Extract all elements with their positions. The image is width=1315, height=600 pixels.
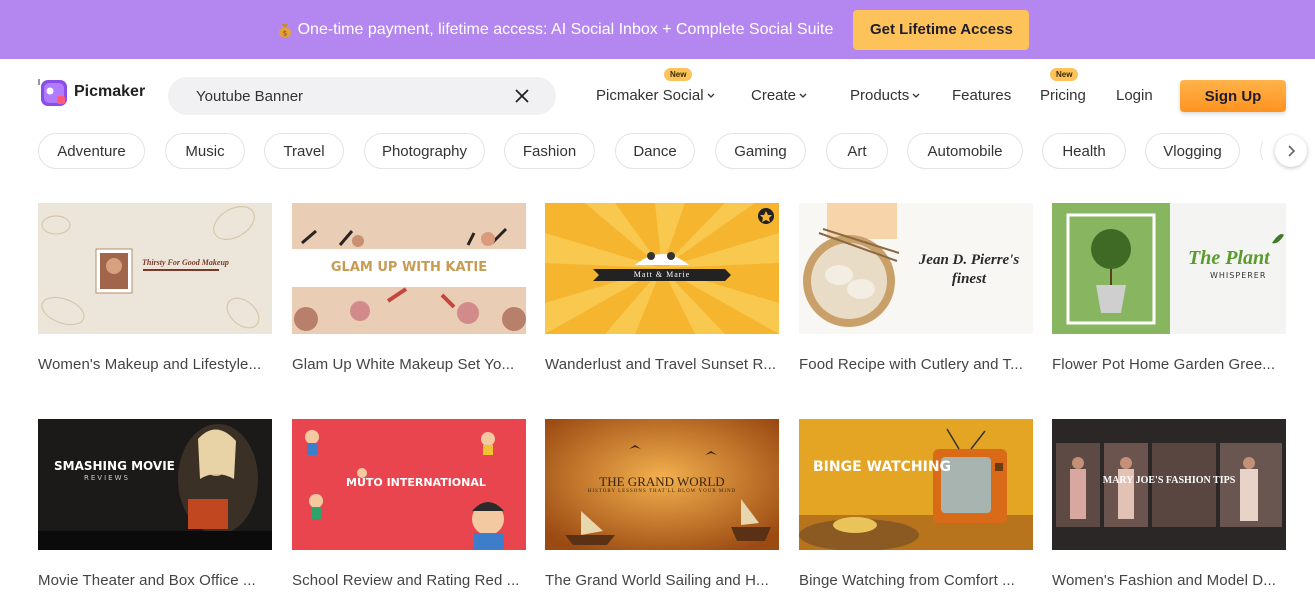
sunburst-graphic [545, 203, 779, 334]
thumbnail-text: Jean D. Pierre's finest [918, 252, 1020, 287]
new-badge: New [664, 68, 693, 81]
promo-text: One-time payment, lifetime access: AI So… [297, 20, 834, 38]
template-thumbnail[interactable]: THE GRAND WORLD HISTORY LESSONS THAT'LL … [545, 419, 779, 550]
scroll-right-button[interactable] [1275, 135, 1307, 167]
nav-picmaker-social[interactable]: Picmaker Social [596, 87, 715, 104]
template-thumbnail[interactable]: MUTO INTERNATIONAL [292, 419, 526, 550]
nav-features[interactable]: Features [952, 87, 1011, 104]
template-card[interactable]: Thirsty For Good Makeup Women's Makeup a… [38, 203, 272, 373]
thumbnail-text: BINGE WATCHING [813, 459, 952, 475]
thumbnail-text: GLAM UP WITH KATIE [330, 260, 488, 275]
template-title[interactable]: Glam Up White Makeup Set Yo... [292, 356, 526, 373]
picmaker-logo-icon [38, 79, 67, 106]
sign-up-button[interactable]: Sign Up [1180, 80, 1286, 112]
nav-label: Create [751, 87, 797, 104]
svg-text:$: $ [282, 29, 286, 37]
template-title[interactable]: Women's Makeup and Lifestyle... [38, 356, 272, 373]
chip-music[interactable]: Music [165, 133, 245, 169]
template-thumbnail[interactable]: GLAM UP WITH KATIE [292, 203, 526, 334]
chip-adventure[interactable]: Adventure [38, 133, 145, 169]
template-card[interactable]: GLAM UP WITH KATIE Glam Up White Makeup … [292, 203, 526, 373]
nav-pricing[interactable]: Pricing [1040, 87, 1086, 104]
close-icon[interactable] [514, 88, 530, 104]
template-title[interactable]: Binge Watching from Comfort ... [799, 572, 1033, 589]
top-navbar: Picmaker New Picmaker Social Create Prod… [0, 59, 1315, 131]
thumbnail-text: The Plant [1188, 247, 1270, 269]
template-thumbnail[interactable]: The Plant WHISPERER [1052, 203, 1286, 334]
get-lifetime-access-button[interactable]: Get Lifetime Access [853, 9, 1030, 50]
nav-label: Login [1116, 87, 1153, 104]
logo-text: Picmaker [74, 83, 146, 100]
template-title[interactable]: Women's Fashion and Model D... [1052, 572, 1286, 589]
template-thumbnail[interactable]: Jean D. Pierre's finest [799, 203, 1033, 334]
thumbnail-text: MUTO INTERNATIONAL [346, 476, 486, 489]
chip-vlogging[interactable]: Vlogging [1145, 133, 1240, 169]
template-title[interactable]: Wanderlust and Travel Sunset R... [545, 356, 779, 373]
movie-theater-graphic [38, 419, 272, 550]
chevron-down-icon [707, 93, 715, 98]
nav-products[interactable]: Products [850, 87, 920, 104]
retro-tv-graphic [799, 428, 1033, 550]
template-card[interactable]: MUTO INTERNATIONAL School Review and Rat… [292, 419, 526, 589]
template-card[interactable]: BINGE WATCHING Binge Watching from Comfo… [799, 419, 1033, 589]
template-thumbnail[interactable]: MARY JOE'S FASHION TIPS [1052, 419, 1286, 550]
thumbnail-subtext: WHISPERER [1210, 271, 1267, 280]
template-card[interactable]: MARY JOE'S FASHION TIPS Women's Fashion … [1052, 419, 1286, 589]
thumbnail-text: Thirsty For Good Makeup [142, 258, 229, 267]
template-title[interactable]: Food Recipe with Cutlery and T... [799, 356, 1033, 373]
chip-art[interactable]: Art [826, 133, 888, 169]
chip-dance[interactable]: Dance [615, 133, 695, 169]
template-card[interactable]: Jean D. Pierre's finest Food Recipe with… [799, 203, 1033, 373]
new-badge: New [1050, 68, 1079, 81]
picmaker-logo[interactable]: Picmaker [38, 77, 145, 107]
template-thumbnail[interactable]: Thirsty For Good Makeup [38, 203, 272, 334]
chevron-down-icon [912, 93, 920, 98]
promo-banner: $ One-time payment, lifetime access: AI … [0, 0, 1315, 59]
chip-health[interactable]: Health [1042, 133, 1126, 169]
template-card[interactable]: Matt & Marie Wanderlust and Travel Sunse… [545, 203, 779, 373]
promo-message: $ One-time payment, lifetime access: AI … [278, 20, 834, 39]
chip-automobile[interactable]: Automobile [907, 133, 1023, 169]
chip-gaming[interactable]: Gaming [715, 133, 806, 169]
template-card[interactable]: SMASHING MOVIE REVIEWS Movie Theater and… [38, 419, 272, 589]
template-title[interactable]: School Review and Rating Red ... [292, 572, 526, 589]
chevron-right-icon [1288, 145, 1296, 157]
money-bag-icon: $ [278, 23, 291, 38]
nav-label: Pricing [1040, 87, 1086, 104]
nav-label: Picmaker Social [596, 87, 704, 104]
template-title[interactable]: Flower Pot Home Garden Gree... [1052, 356, 1286, 373]
nav-label: Products [850, 87, 910, 104]
template-card[interactable]: The Plant WHISPERER Flower Pot Home Gard… [1052, 203, 1286, 373]
chip-fashion[interactable]: Fashion [504, 133, 595, 169]
thumbnail-text: Matt & Marie [633, 270, 691, 279]
thumbnail-subtext: REVIEWS [84, 474, 130, 482]
thumbnail-text: SMASHING MOVIE [54, 459, 175, 473]
nav-create[interactable]: Create [751, 87, 807, 104]
search-input[interactable] [196, 87, 496, 105]
template-thumbnail[interactable]: Matt & Marie [545, 203, 779, 334]
thumbnail-text: THE GRAND WORLD [599, 474, 725, 489]
thumbnail-subtext: HISTORY LESSONS THAT'LL BLOW YOUR MIND [587, 489, 737, 494]
template-title[interactable]: Movie Theater and Box Office ... [38, 572, 272, 589]
template-thumbnail[interactable]: BINGE WATCHING [799, 419, 1033, 550]
chip-travel[interactable]: Travel [264, 133, 344, 169]
chip-photography[interactable]: Photography [364, 133, 485, 169]
chips-scroll-area [1263, 133, 1315, 169]
template-thumbnail[interactable]: SMASHING MOVIE REVIEWS [38, 419, 272, 550]
leaf-pattern-graphic [41, 206, 260, 329]
nav-label: Features [952, 87, 1012, 104]
chevron-down-icon [799, 93, 807, 98]
search-bar[interactable] [168, 77, 556, 115]
template-card[interactable]: THE GRAND WORLD HISTORY LESSONS THAT'LL … [545, 419, 779, 589]
thumbnail-text: MARY JOE'S FASHION TIPS [1102, 475, 1236, 486]
template-title[interactable]: The Grand World Sailing and H... [545, 572, 779, 589]
nav-login[interactable]: Login [1116, 87, 1153, 104]
